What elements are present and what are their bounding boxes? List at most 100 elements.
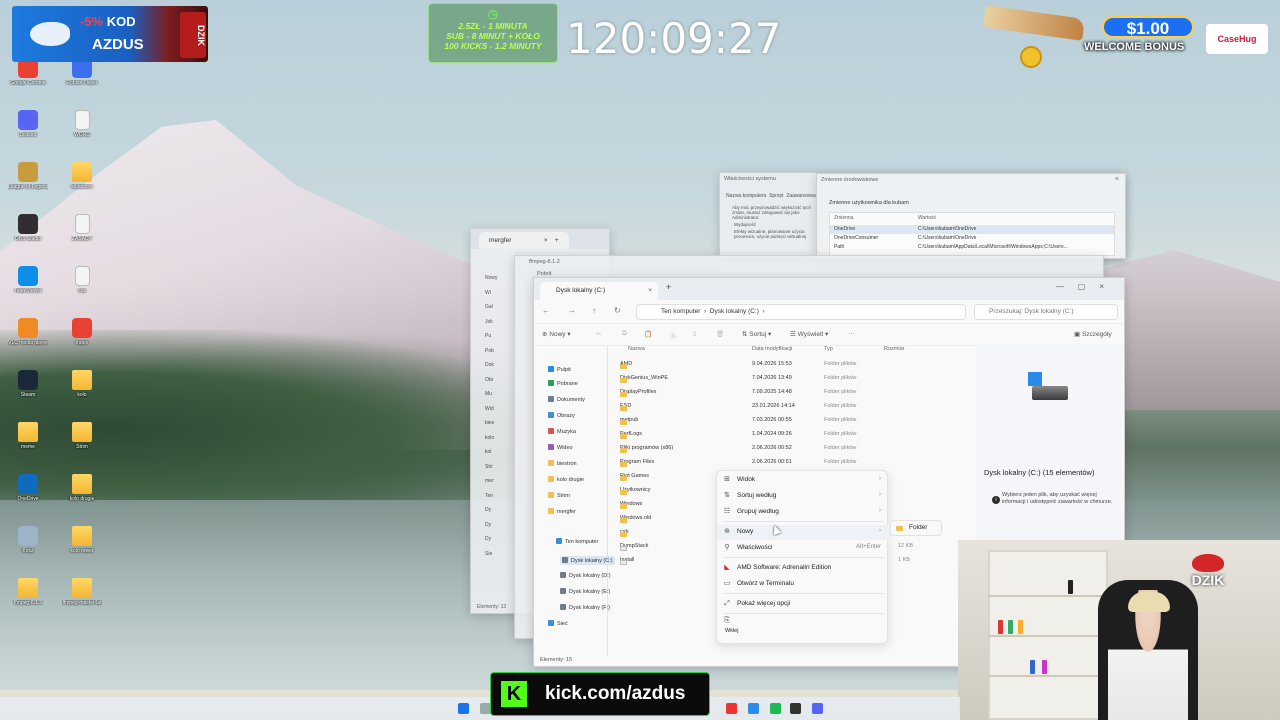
bg-nav-item[interactable]: Pob [485,348,494,354]
rename-icon[interactable]: Ⓐ [670,330,677,340]
back-icon[interactable]: ← [542,306,550,315]
share-icon[interactable]: ⇪ [692,330,697,338]
file-row[interactable]: metpub 7.03.2026 00:55 Folder plików [620,414,970,428]
discord-taskbar-icon[interactable] [812,703,823,714]
bg-nav-item[interactable]: Obr [485,377,493,383]
bg-nav-item[interactable]: Mu [485,391,492,397]
sidebar-item[interactable]: Wideo [548,444,573,451]
desktop-icon[interactable]: kolo rower [62,526,102,554]
sysprop-tab-2[interactable]: Sprzęt [769,193,783,199]
bg-nav-item[interactable]: Jok [485,319,493,325]
sidebar-item[interactable]: Dysk lokalny (F:) [560,604,610,611]
start-icon[interactable] [458,703,469,714]
desktop-icon[interactable]: ffmpeg-master-lat [62,578,102,606]
bg-nav-item[interactable]: Gal [485,304,493,310]
desktop-icon[interactable]: WORD [62,110,102,138]
sidebar-item[interactable]: Dokumenty [548,396,585,403]
desktop-icon[interactable]: Roblox Player [62,58,102,86]
sidebar-item[interactable]: kolo drugie [548,476,584,483]
bg-nav-item[interactable]: Dy [485,522,491,528]
desktop-icon[interactable]: kibadown [62,162,102,190]
sidebar-item[interactable]: Sieć [548,620,568,627]
desktop-icon[interactable]: kolo drugie [62,474,102,502]
bg-nav-item[interactable]: Pu [485,333,491,339]
app-icon-2[interactable] [748,703,759,714]
new-tab-icon[interactable]: + [666,282,671,292]
file-row[interactable]: Program Files 2.06.2026 00:51 Folder plikó… [620,456,970,470]
terminal-taskbar-icon[interactable] [790,703,801,714]
desktop-icon[interactable]: meme [8,422,48,450]
context-menu-item[interactable]: ⇅ Sortuj według › [717,489,889,504]
file-row[interactable]: DisplayProfiles 7.09.2025 14:48 Folder pli… [620,386,970,400]
sidebar-item[interactable]: Ten komputer [556,538,598,545]
bg-nav-item[interactable]: kol [485,449,491,455]
desktop-icon[interactable]: OBS Studio [8,214,48,242]
sidebar-item[interactable]: Dysk lokalny (E:) [560,588,610,595]
new-button[interactable]: ⊕ Nowy ▾ [542,330,571,338]
bg-nav-item[interactable]: bies [485,420,494,426]
bg-nav-item[interactable]: Wi [485,290,491,296]
col-type[interactable]: Typ [824,346,833,352]
breadcrumb-disk[interactable]: Dysk lokalny (C:) [710,308,759,315]
bg-nav-item[interactable]: Ten [485,493,493,499]
tab-local-disk[interactable]: Dysk lokalny (C:) × [540,282,658,300]
desktop-icon[interactable]: Kosz [8,526,48,554]
tab-mergfer[interactable]: mergfer × + [479,232,569,249]
file-row[interactable]: Pliki programów (x86) 2.06.2026 00:52 Fold… [620,442,970,456]
sidebar-item[interactable]: Dysk lokalny (D:) [560,572,611,579]
desktop-icon[interactable]: ZASADY [62,214,102,242]
desktop-icon[interactable]: cos [62,266,102,294]
forward-icon[interactable]: → [568,306,576,315]
envvar-row[interactable]: OneDriveConsumer C:\Users\kubam\OneDrive [830,234,1114,243]
more-button[interactable]: ··· [848,330,855,337]
sidebar-item[interactable]: mergfer [548,508,576,515]
search-input[interactable]: Przeszukaj: Dysk lokalny (C:) [974,304,1118,320]
bg-nav-item[interactable]: Stri [485,464,493,470]
sidebar-item[interactable]: biestron [548,460,577,467]
file-row[interactable]: DiskGenius_WinPE 7.04.2026 13:49 Folder pl… [620,372,970,386]
sidebar-item[interactable]: Strim [548,492,570,499]
sidebar-item[interactable]: Pobrane [548,380,578,387]
desktop-icon[interactable]: VLC media player [8,318,48,346]
desktop-icon[interactable]: ffmpeg-8.1.2 [8,578,48,606]
address-bar[interactable]: Ten komputer › Dysk lokalny (C:) › [636,304,966,320]
sidebar-item[interactable]: Obrazy [548,412,575,419]
context-menu-item[interactable]: ▭ Otwórz w Terminalu [717,577,889,592]
sidebar-item[interactable]: Muzyka [548,428,576,435]
spotify-icon[interactable] [770,703,781,714]
context-menu-item[interactable]: ⊕ Nowy › [717,525,889,540]
sysprop-tab-1[interactable]: Nazwa komputera [726,193,766,199]
close-tab-icon[interactable]: × [648,282,652,300]
desktop-icon[interactable]: index [62,318,102,346]
sidebar-item[interactable]: Pulpit [548,366,571,373]
sidebar-item[interactable]: Dysk lokalny (C:) [560,556,615,565]
desktop-icon[interactable]: Steam [8,370,48,398]
context-menu-item[interactable]: ⊞ Widok › [717,473,889,488]
file-row[interactable]: PerfLogs 1.04.2024 09:26 Folder plików [620,428,970,442]
context-menu-item[interactable]: ◣ AMD Software: Adrenalin Edition [717,561,889,576]
bg-nav-item[interactable]: kolo [485,435,494,441]
desktop-icon[interactable]: TeamViewer [8,266,48,294]
bg-nav-item[interactable]: Dy [485,536,491,542]
context-menu-item[interactable]: ⤢ Pokaż więcej opcji [717,597,889,612]
desktop-icon[interactable]: Discord [8,110,48,138]
copy-icon[interactable]: ⧉ [622,330,627,338]
bg-nav-item[interactable]: Dy [485,507,491,513]
delete-icon[interactable]: 🗑 [716,330,724,338]
desktop-icon[interactable]: Google Chrome [8,58,48,86]
app-icon-1[interactable] [726,703,737,714]
context-menu-item[interactable]: ⎘ Wklej [717,617,889,634]
file-row[interactable]: AMD 9.04.2026 15:53 Folder plików [620,358,970,372]
breadcrumb-this-pc[interactable]: Ten komputer [661,308,700,315]
file-row[interactable]: ESD 23.01.2026 14:14 Folder plików [620,400,970,414]
bg-nav-item[interactable]: Sie [485,551,492,557]
col-date[interactable]: Data modyfikacji [752,346,792,352]
desktop-icon[interactable]: OneDrive [8,474,48,502]
cut-icon[interactable]: ✂ [596,330,601,338]
sort-button[interactable]: ⇅ Sortuj ▾ [742,330,771,338]
close-icon[interactable]: × [1115,176,1119,183]
view-button[interactable]: ☰ Wyświetl ▾ [790,330,828,338]
bg-nav-item[interactable]: Wid [485,406,494,412]
context-menu-item[interactable]: ☷ Grupuj według › [717,505,889,520]
refresh-icon[interactable]: ↻ [614,306,621,315]
